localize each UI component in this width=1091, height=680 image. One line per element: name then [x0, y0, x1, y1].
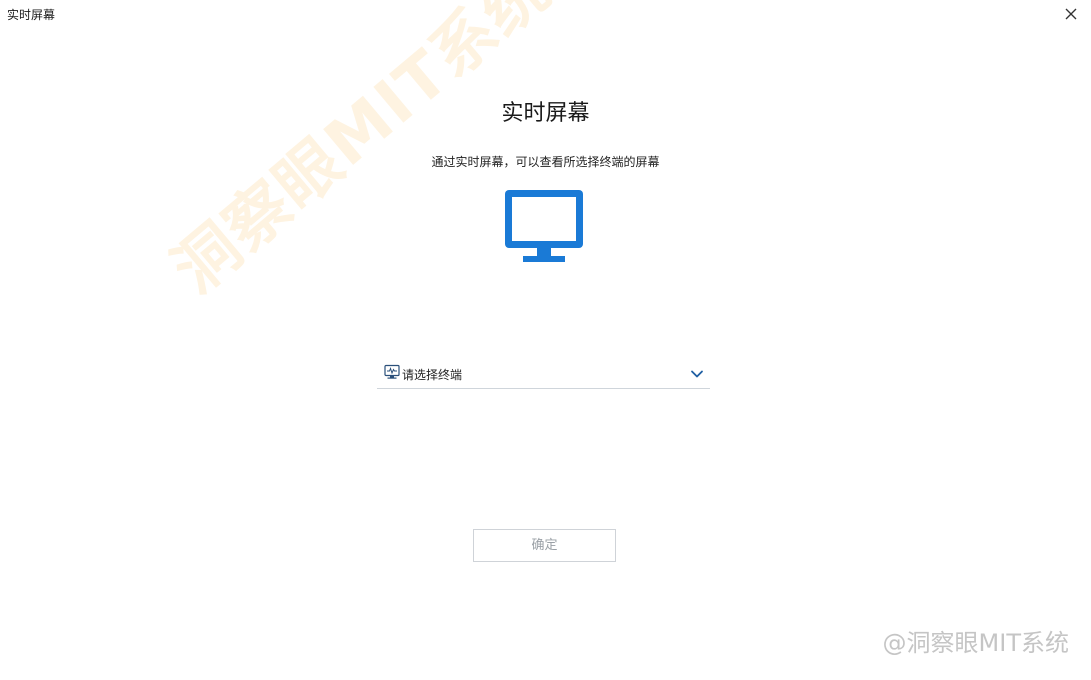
titlebar: 实时屏幕 [0, 0, 1091, 30]
terminal-select[interactable]: 请选择终端 [377, 361, 710, 389]
terminal-icon [384, 364, 400, 379]
chevron-down-icon[interactable] [690, 367, 704, 381]
confirm-button[interactable]: 确定 [473, 529, 616, 562]
page-subtitle: 通过实时屏幕，可以查看所选择终端的屏幕 [431, 155, 660, 169]
credit-watermark: @洞察眼MIT系统 [882, 629, 1069, 657]
page-title: 实时屏幕 [501, 101, 590, 126]
terminal-select-placeholder: 请选择终端 [402, 368, 463, 382]
monitor-icon [505, 190, 583, 262]
live-screen-window: 实时屏幕 实时屏幕 通过实时屏幕，可以查看所选择终端的屏幕 请选择终端 确定 洞… [0, 0, 1091, 680]
window-title: 实时屏幕 [7, 8, 56, 22]
close-icon [1065, 8, 1077, 20]
close-button[interactable] [1061, 4, 1081, 24]
